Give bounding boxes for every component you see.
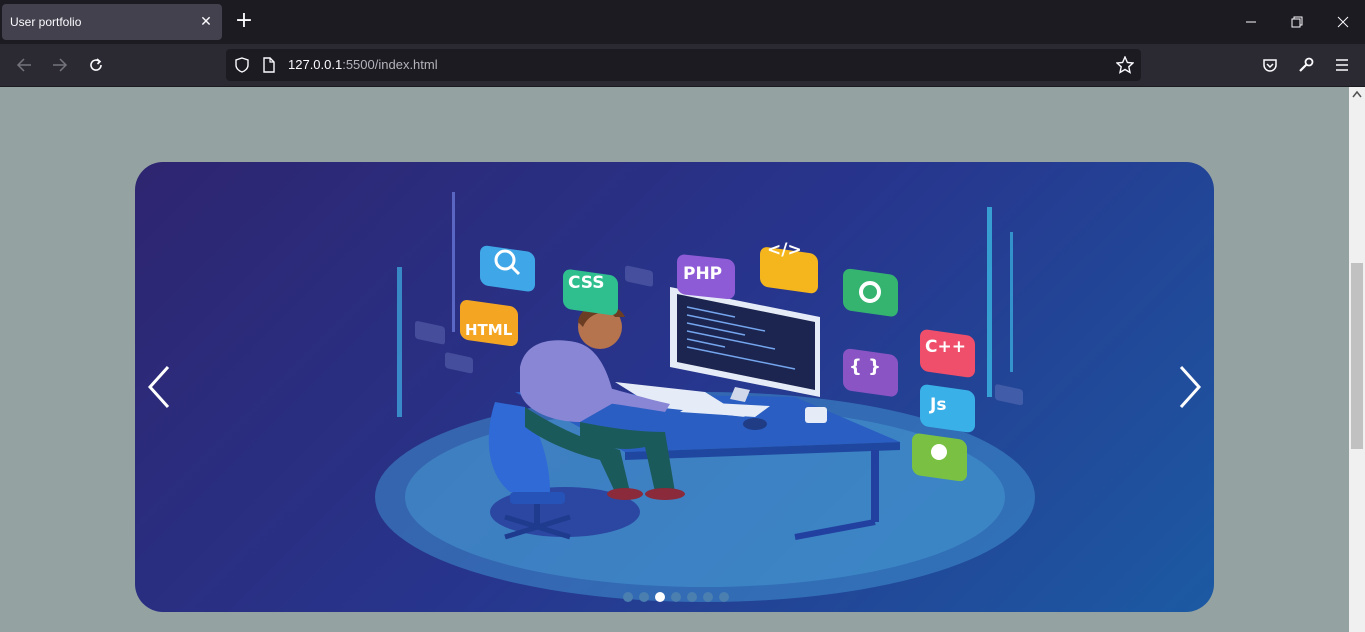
navigation-bar: 127.0.0.1:5500/index.html [0,44,1365,131]
restore-icon[interactable] [1274,0,1320,44]
html-badge: HTML [465,321,513,339]
developer-illustration: CSS HTML PHP </> { } C++ Js [375,192,1035,602]
tab-strip: User portfolio ✕ + [0,0,1365,44]
slide-indicators [623,592,729,602]
js-badge: Js [929,395,946,415]
forward-icon[interactable] [46,52,74,78]
url-text[interactable]: 127.0.0.1:5500/index.html [288,57,438,72]
shield-icon[interactable] [234,57,250,77]
bookmark-star-icon[interactable] [1115,55,1135,78]
slide-dot-7[interactable] [719,592,729,602]
page-icon[interactable] [262,57,276,77]
menu-icon[interactable] [1328,52,1356,78]
scroll-up-icon[interactable] [1349,87,1365,101]
close-window-icon[interactable] [1320,0,1365,44]
slide-dot-5[interactable] [687,592,697,602]
php-badge: PHP [683,264,722,284]
new-tab-icon[interactable]: + [232,10,256,34]
cpp-badge: C++ [925,337,966,357]
tab-user-portfolio[interactable]: User portfolio ✕ [2,4,222,40]
braces-badge: { } [849,356,881,377]
page-content: CSS HTML PHP </> { } C++ Js [0,87,1349,632]
slide-dot-3[interactable] [655,592,665,602]
reload-icon[interactable] [82,52,110,78]
search-badge [480,245,535,292]
slide-dot-4[interactable] [671,592,681,602]
image-carousel[interactable]: CSS HTML PHP </> { } C++ Js [135,162,1214,612]
vertical-scrollbar[interactable] [1349,87,1365,632]
url-bar[interactable]: 127.0.0.1:5500/index.html [226,49,1141,81]
code-badge: </> [767,240,802,260]
close-tab-icon[interactable]: ✕ [198,14,214,30]
next-slide-icon[interactable] [1170,362,1210,412]
slide-dot-1[interactable] [623,592,633,602]
lightbulb-badge [912,433,967,482]
minimize-icon[interactable] [1228,0,1274,44]
css-badge: CSS [568,273,605,293]
gear-badge [843,268,898,317]
previous-slide-icon[interactable] [139,362,179,412]
wrench-icon[interactable] [1292,52,1320,78]
url-host: 127.0.0.1 [288,57,343,72]
tab-title: User portfolio [10,15,82,29]
url-path: :5500/index.html [342,57,438,72]
pocket-icon[interactable] [1256,52,1284,78]
back-icon[interactable] [10,52,38,78]
slide-dot-6[interactable] [703,592,713,602]
slide-dot-2[interactable] [639,592,649,602]
scrollbar-thumb[interactable] [1351,263,1363,449]
